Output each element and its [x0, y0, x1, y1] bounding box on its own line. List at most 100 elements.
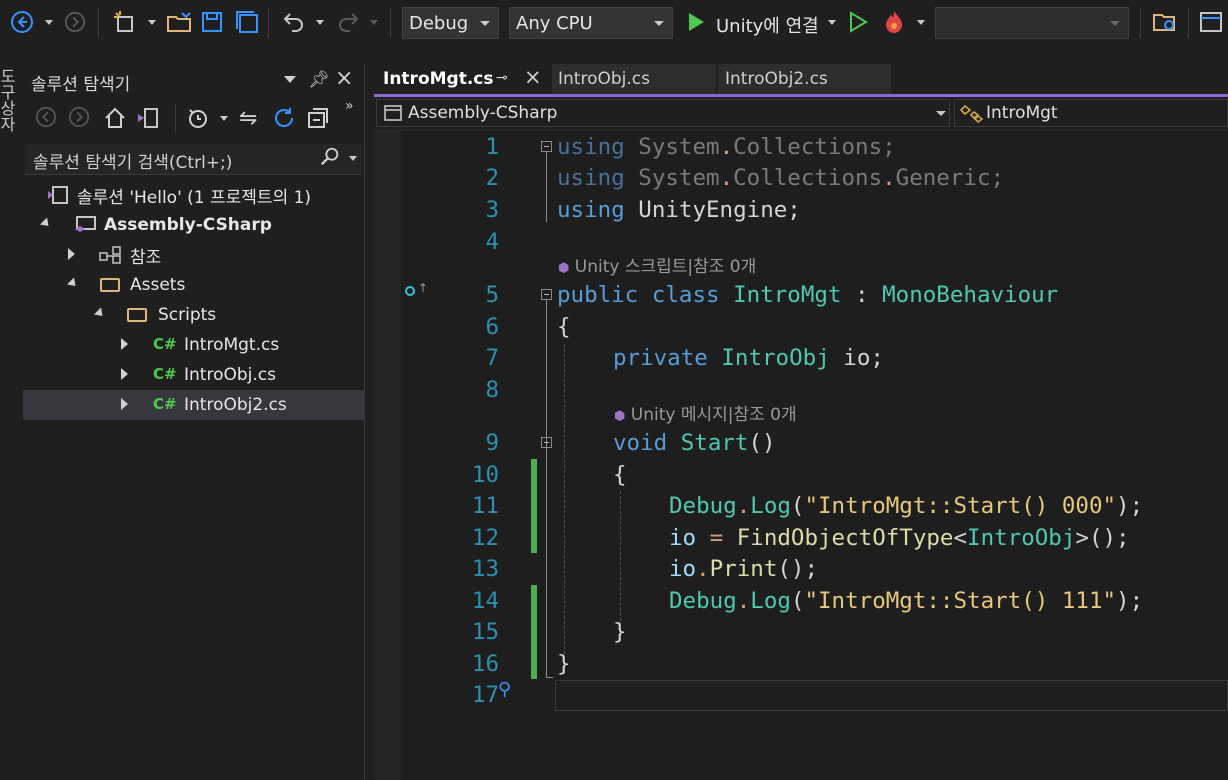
start-without-debug-button[interactable] [848, 10, 868, 34]
token: using [557, 134, 625, 160]
back-dropdown-caret[interactable] [45, 20, 53, 25]
codelens-method[interactable]: ⬢ Unity 메시지|참조 0개 [614, 403, 797, 427]
pending-changes-filter-icon[interactable] [186, 106, 210, 134]
code-line: { [613, 459, 627, 491]
tree-item-solution[interactable]: 솔루션 'Hello' (1 프로젝트의 1) [23, 180, 364, 210]
editor-margin [374, 131, 401, 780]
collapsed-chevron-icon[interactable] [121, 368, 128, 380]
pin-icon[interactable]: 📌︎ [308, 70, 330, 90]
tree-item-file[interactable]: C# IntroObj2.cs [23, 390, 364, 420]
undo-dropdown-caret[interactable] [316, 20, 324, 25]
switch-views-icon[interactable] [135, 106, 161, 134]
window-layout-icon[interactable] [1198, 10, 1224, 34]
token: . [719, 165, 734, 191]
code-line: } [613, 616, 627, 648]
tab-intromgt[interactable]: IntroMgt.cs ⊸ × [374, 64, 550, 94]
search-input[interactable]: 솔루션 탐색기 검색(Ctrl+;) [33, 148, 232, 173]
se-forward-icon[interactable] [68, 106, 90, 132]
new-project-icon[interactable] [112, 10, 138, 34]
token: . [882, 165, 896, 191]
collapse-all-icon[interactable] [306, 106, 330, 134]
unity-class-indicator-icon[interactable] [405, 286, 415, 296]
quick-actions-icon[interactable]: ⚲ [498, 679, 511, 700]
toolbar-separator [98, 8, 99, 38]
tree-item-references[interactable]: 참조 [23, 240, 364, 270]
back-icon[interactable] [10, 10, 34, 34]
undo-icon[interactable] [282, 10, 306, 34]
refresh-icon[interactable] [272, 106, 296, 134]
panel-menu-icon[interactable] [284, 76, 296, 83]
code-line: { [557, 311, 571, 343]
forward-icon[interactable] [64, 10, 86, 34]
project-dropdown[interactable]: Assembly-CSharp [376, 99, 950, 127]
token: Collections [733, 134, 883, 160]
class-dropdown[interactable]: IntroMgt [954, 99, 1228, 127]
expanded-chevron-icon[interactable] [66, 277, 80, 290]
line-number: 10 [471, 462, 499, 488]
csharp-file-icon: C# [153, 335, 177, 353]
run-target-dropdown-caret[interactable] [828, 20, 836, 25]
search-options-caret[interactable] [349, 156, 357, 161]
sync-with-active-document-icon[interactable]: ⇋ [239, 106, 257, 131]
expanded-chevron-icon[interactable] [93, 307, 107, 320]
token: "IntroMgt::Start() 111" [804, 588, 1117, 614]
home-icon[interactable] [103, 106, 127, 134]
toolbox-tab[interactable]: 도구상자 [0, 68, 18, 168]
collapsed-chevron-icon[interactable] [121, 338, 128, 350]
redo-icon[interactable] [336, 10, 360, 34]
browse-folder-icon[interactable] [1152, 10, 1178, 34]
hot-reload-dropdown-caret[interactable] [917, 20, 925, 25]
token: < [953, 525, 968, 551]
collapsed-chevron-icon[interactable] [68, 248, 75, 260]
new-project-dropdown-caret[interactable] [148, 20, 156, 25]
hot-reload-icon[interactable] [882, 10, 906, 34]
toolbar-separator [1140, 8, 1141, 38]
filter-dropdown-caret[interactable] [220, 116, 228, 121]
line-number: 11 [471, 493, 499, 519]
token: = [709, 525, 724, 551]
open-folder-icon[interactable] [166, 10, 192, 34]
tree-item-project[interactable]: Assembly-CSharp [23, 210, 364, 240]
tree-item-file[interactable]: C# IntroObj.cs [23, 360, 364, 390]
tab-label: IntroObj.cs [558, 69, 650, 89]
empty-dropdown[interactable] [935, 7, 1129, 39]
token: UnityEngine; [638, 197, 801, 223]
token: MonoBehaviour [882, 282, 1059, 308]
overflow-icon[interactable]: » [345, 98, 354, 114]
panel-splitter[interactable] [365, 48, 374, 780]
collapse-region-toggle[interactable] [541, 289, 552, 300]
run-target-label[interactable]: Unity에 연결 [716, 12, 819, 38]
tab-introobj[interactable]: IntroObj.cs [552, 64, 716, 94]
token: ; [882, 134, 896, 160]
expanded-chevron-icon[interactable] [39, 217, 53, 230]
tree-item-file[interactable]: C# IntroMgt.cs [23, 330, 364, 360]
redo-dropdown-caret[interactable] [370, 20, 378, 25]
code-editor[interactable]: ↑ 1 2 3 4 5 6 7 8 9 10 11 12 13 14 15 16… [374, 131, 1228, 780]
line-number: 8 [485, 377, 499, 403]
tree-item-assets[interactable]: Assets [23, 270, 364, 300]
line-number: 3 [485, 197, 499, 223]
search-icon[interactable] [319, 146, 341, 172]
platform-dropdown[interactable]: Any CPU [509, 7, 673, 39]
tab-introobj2[interactable]: IntroObj2.cs [718, 64, 891, 94]
pin-tab-icon[interactable]: ⊸ [496, 70, 508, 86]
line-number: 16 [471, 651, 499, 677]
tree-item-scripts[interactable]: Scripts [23, 300, 364, 330]
save-all-icon[interactable] [234, 10, 260, 34]
codelens-text: Unity 스크립트|참조 0개 [574, 257, 757, 277]
se-back-icon[interactable] [35, 106, 57, 132]
close-icon[interactable]: × [335, 66, 353, 91]
start-debug-button[interactable] [686, 10, 706, 34]
solution-search-box[interactable]: 솔루션 탐색기 검색(Ctrl+;) [25, 144, 362, 175]
codelens-class[interactable]: ⬢ Unity 스크립트|참조 0개 [558, 255, 756, 279]
save-icon[interactable] [200, 10, 224, 34]
token: IntroObj [967, 525, 1076, 551]
line-number: 9 [485, 430, 499, 456]
collapse-region-toggle[interactable] [541, 141, 552, 152]
toolbar-separator [268, 8, 269, 38]
close-tab-icon[interactable]: × [524, 65, 542, 89]
configuration-dropdown[interactable]: Debug [402, 7, 499, 39]
line-number: 13 [471, 556, 499, 582]
collapsed-chevron-icon[interactable] [121, 398, 128, 410]
collapse-region-toggle[interactable] [541, 437, 552, 448]
